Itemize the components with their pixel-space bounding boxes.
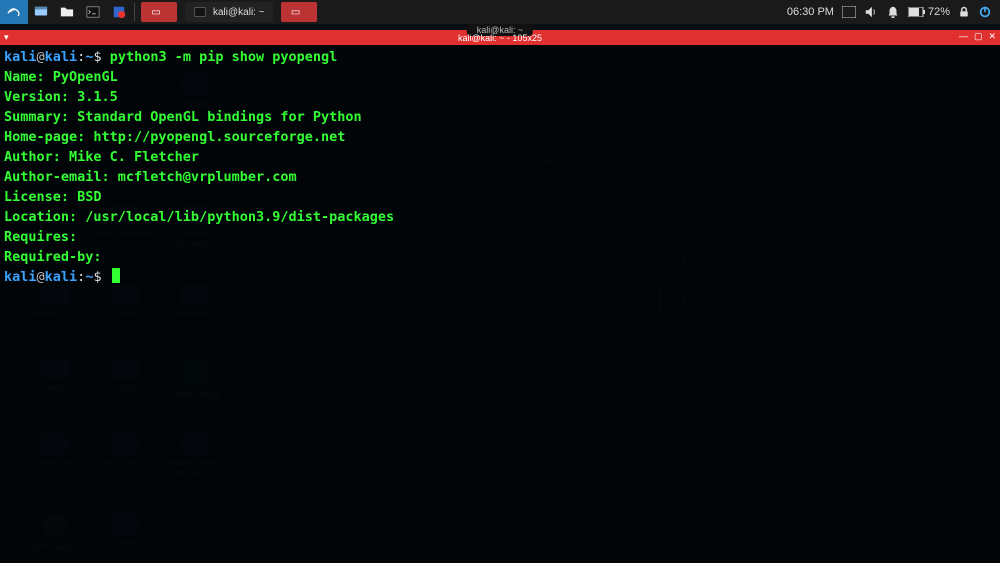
desktop-icon bbox=[34, 5, 48, 19]
cursor bbox=[112, 268, 120, 283]
prompt-at: @ bbox=[37, 269, 45, 285]
prompt-user: kali bbox=[4, 49, 37, 65]
lock-button[interactable] bbox=[958, 6, 970, 18]
command-text: python3 -m pip show pyopengl bbox=[110, 49, 338, 65]
terminal-title: kali@kali: ~ - 105x25 bbox=[458, 33, 542, 43]
power-icon bbox=[978, 5, 992, 19]
prompt-at: @ bbox=[37, 49, 45, 65]
battery-percent: 72% bbox=[928, 6, 950, 18]
workspace-switcher[interactable] bbox=[842, 6, 856, 18]
window-thumb-icon: ▭ bbox=[289, 5, 303, 19]
prompt-dollar: $ bbox=[93, 269, 101, 285]
window-thumb-icon: ▭ bbox=[149, 5, 163, 19]
window-controls: — ▢ ✕ bbox=[959, 31, 996, 42]
panel-separator bbox=[134, 3, 135, 21]
notifications-button[interactable] bbox=[886, 5, 900, 19]
terminal-body[interactable]: kali@kali:~$ python3 -m pip show pyopeng… bbox=[0, 45, 1000, 563]
output-line: Summary: Standard OpenGL bindings for Py… bbox=[4, 109, 362, 125]
output-line: Author: Mike C. Fletcher bbox=[4, 149, 199, 165]
window-menu-icon[interactable]: ▾ bbox=[4, 32, 9, 43]
power-button[interactable] bbox=[978, 5, 992, 19]
prompt-host: kali bbox=[45, 49, 78, 65]
clock-text: 06:30 PM bbox=[787, 6, 834, 18]
prompt-dollar: $ bbox=[93, 49, 101, 65]
panel-left: ▭ kali@kali: ~ ▭ bbox=[0, 0, 321, 24]
maximize-button[interactable]: ▢ bbox=[974, 31, 983, 42]
speaker-icon bbox=[864, 5, 878, 19]
terminal-icon bbox=[86, 5, 100, 19]
folder-icon bbox=[60, 5, 74, 19]
taskbar-window-2-label: kali@kali: ~ bbox=[213, 7, 265, 18]
panel-right: 06:30 PM 72% bbox=[787, 0, 1000, 24]
file-manager-launcher[interactable] bbox=[54, 0, 80, 24]
terminal-thumb-icon bbox=[193, 5, 207, 19]
output-line: Author-email: mcfletch@vrplumber.com bbox=[4, 169, 297, 185]
output-line: Required-by: bbox=[4, 249, 110, 265]
battery-indicator[interactable]: 72% bbox=[908, 6, 950, 18]
output-line: Requires: bbox=[4, 229, 85, 245]
volume-control[interactable] bbox=[864, 5, 878, 19]
prompt-user: kali bbox=[4, 269, 37, 285]
top-panel: ▭ kali@kali: ~ ▭ 06:30 PM 72% bbox=[0, 0, 1000, 24]
taskbar-window-2[interactable]: kali@kali: ~ bbox=[185, 2, 273, 22]
kate-icon bbox=[112, 5, 126, 19]
taskbar-window-1[interactable]: ▭ bbox=[141, 2, 177, 22]
close-button[interactable]: ✕ bbox=[988, 31, 996, 42]
prompt-host: kali bbox=[45, 269, 78, 285]
text-editor-launcher[interactable] bbox=[106, 0, 132, 24]
show-desktop-button[interactable] bbox=[28, 0, 54, 24]
output-line: License: BSD bbox=[4, 189, 102, 205]
bell-icon bbox=[886, 5, 900, 19]
output-line: Version: 3.1.5 bbox=[4, 89, 118, 105]
output-line: Location: /usr/local/lib/python3.9/dist-… bbox=[4, 209, 394, 225]
output-line: Home-page: http://pyopengl.sourceforge.n… bbox=[4, 129, 345, 145]
applications-menu-button[interactable] bbox=[0, 0, 28, 24]
taskbar-window-3[interactable]: ▭ bbox=[281, 2, 317, 22]
terminal-window: ▾ kali@kali: ~ kali@kali: ~ - 105x25 — ▢… bbox=[0, 30, 1000, 563]
terminal-launcher[interactable] bbox=[80, 0, 106, 24]
terminal-titlebar[interactable]: ▾ kali@kali: ~ kali@kali: ~ - 105x25 — ▢… bbox=[0, 30, 1000, 45]
output-line: Name: PyOpenGL bbox=[4, 69, 118, 85]
lock-icon bbox=[958, 6, 970, 18]
minimize-button[interactable]: — bbox=[959, 31, 968, 42]
battery-icon bbox=[908, 7, 926, 17]
workspace-icon bbox=[842, 6, 856, 18]
clock[interactable]: 06:30 PM bbox=[787, 6, 834, 18]
kali-logo-icon bbox=[6, 4, 22, 20]
